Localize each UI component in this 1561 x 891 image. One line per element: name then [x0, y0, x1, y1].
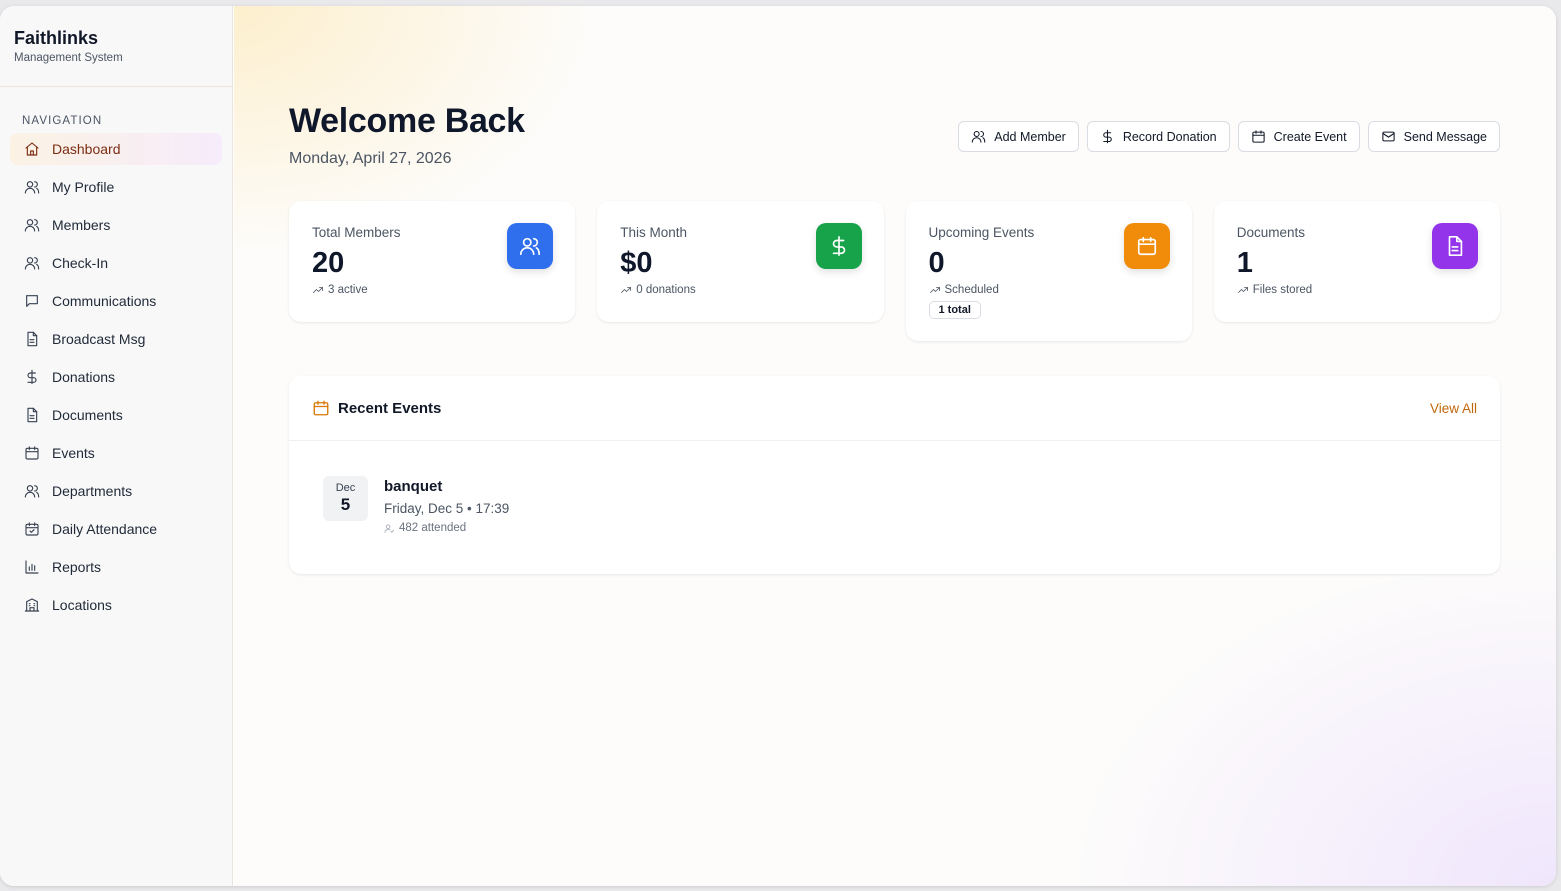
stat-card-documents: Documents 1 Files stored: [1213, 201, 1500, 322]
users-icon: [507, 223, 554, 269]
button-label: Add Member: [994, 129, 1066, 144]
building-icon: [24, 597, 40, 613]
app-name: Faithlinks: [14, 28, 99, 48]
document-icon: [1432, 223, 1478, 269]
trend-up-icon: [929, 287, 940, 293]
sidebar-item-label: Events: [52, 445, 95, 461]
stat-sub-text: 0 donations: [636, 284, 696, 296]
sidebar-item-label: Departments: [52, 483, 133, 499]
button-label: Send Message: [1403, 129, 1487, 144]
event-datetime: Friday, Dec 5 • 17:39: [384, 501, 510, 516]
sidebar-item-daily-attendance[interactable]: Daily Attendance: [10, 513, 222, 545]
stat-sub-text: Scheduled: [944, 284, 999, 296]
event-attendance-text: 482 attended: [399, 522, 467, 534]
stat-sub-text: 3 active: [328, 284, 368, 296]
dollar-icon: [1103, 129, 1112, 144]
main-content: Welcome Back Monday, April 27, 2026 Add …: [234, 6, 1556, 886]
event-attendance: 482 attended: [384, 522, 509, 534]
create-event-button[interactable]: Create Event: [1237, 121, 1360, 152]
stat-sub: Files stored: [1237, 284, 1477, 296]
sidebar-item-dashboard[interactable]: Dashboard: [10, 133, 222, 165]
sidebar-item-departments[interactable]: Departments: [10, 475, 222, 507]
sidebar-item-communications[interactable]: Communications: [10, 285, 222, 317]
calendar-icon: [1123, 223, 1170, 269]
users-icon: [24, 255, 40, 271]
app-subtitle: Management System: [14, 52, 123, 64]
nav-list: Dashboard My Profile Members Check-In Co…: [0, 133, 232, 621]
dollar-icon: [815, 223, 862, 269]
users-icon: [24, 217, 40, 233]
page-date: Monday, April 27, 2026: [289, 150, 452, 167]
document-icon: [24, 407, 40, 423]
home-icon: [24, 141, 40, 157]
recent-events-title: Recent Events: [338, 399, 442, 417]
calendar-check-icon: [24, 521, 40, 537]
sidebar-item-label: Members: [52, 217, 111, 233]
stat-sub: Scheduled: [929, 284, 1169, 296]
button-label: Create Event: [1273, 129, 1347, 144]
list-item[interactable]: Dec 5 banquet Friday, Dec 5 • 17:39 482 …: [289, 441, 1500, 534]
sidebar-item-label: Locations: [52, 597, 112, 613]
sidebar-item-label: Broadcast Msg: [52, 331, 146, 347]
add-member-button[interactable]: Add Member: [958, 121, 1079, 152]
stat-sub: 3 active: [312, 284, 552, 296]
stats-row: Total Members 20 3 active This Month $0 …: [289, 201, 1500, 341]
trend-up-icon: [313, 287, 323, 293]
sidebar-item-label: Check-In: [52, 255, 109, 271]
sidebar-item-check-in[interactable]: Check-In: [10, 247, 222, 279]
sidebar-item-label: Reports: [52, 559, 102, 575]
event-day: 5: [340, 495, 351, 514]
mail-icon: [1381, 131, 1395, 142]
users-icon: [24, 483, 40, 499]
nav-heading: NAVIGATION: [22, 115, 103, 127]
user-plus-icon: [971, 130, 986, 143]
event-info: banquet Friday, Dec 5 • 17:39 482 attend…: [384, 476, 509, 534]
sidebar-item-label: Donations: [52, 369, 116, 385]
event-name: banquet: [384, 478, 443, 495]
sidebar-item-my-profile[interactable]: My Profile: [10, 171, 222, 203]
trend-up-icon: [621, 287, 632, 293]
sidebar-item-reports[interactable]: Reports: [10, 551, 222, 583]
document-icon: [24, 331, 40, 347]
record-donation-button[interactable]: Record Donation: [1086, 121, 1230, 152]
recent-events-panel: Recent Events View All Dec 5 banquet Fri…: [289, 376, 1500, 574]
sidebar-item-label: Dashboard: [52, 141, 121, 157]
stat-card-total-members: Total Members 20 3 active: [289, 201, 576, 322]
calendar-icon: [24, 445, 40, 461]
recent-events-header: Recent Events View All: [289, 376, 1500, 441]
total-badge: 1 total: [928, 301, 981, 319]
send-message-button[interactable]: Send Message: [1367, 121, 1500, 152]
brand: Faithlinks Management System: [0, 6, 232, 87]
stat-card-upcoming-events: Upcoming Events 0 Scheduled 1 total: [905, 201, 1192, 341]
trend-up-icon: [1237, 287, 1248, 293]
sidebar: Faithlinks Management System NAVIGATION …: [0, 6, 233, 886]
sidebar-item-events[interactable]: Events: [10, 437, 222, 469]
sidebar-item-donations[interactable]: Donations: [10, 361, 222, 393]
sidebar-item-locations[interactable]: Locations: [10, 589, 222, 621]
quick-actions: Add Member Record Donation Create Event …: [958, 121, 1500, 152]
calendar-icon: [313, 400, 329, 416]
event-date-chip: Dec 5: [323, 476, 368, 521]
calendar-icon: [1251, 130, 1265, 143]
page-title: Welcome Back: [289, 102, 525, 140]
user-check-icon: [384, 523, 395, 533]
dollar-icon: [24, 369, 40, 385]
event-month: Dec: [335, 482, 356, 494]
users-icon: [24, 179, 40, 195]
button-label: Record Donation: [1122, 129, 1217, 144]
sidebar-item-label: My Profile: [52, 179, 115, 195]
sidebar-item-label: Documents: [52, 407, 123, 423]
sidebar-item-members[interactable]: Members: [10, 209, 222, 241]
sidebar-item-broadcast-msg[interactable]: Broadcast Msg: [10, 323, 222, 355]
view-all-link[interactable]: View All: [1430, 401, 1477, 416]
app-window: Faithlinks Management System NAVIGATION …: [0, 6, 1556, 886]
bar-chart-icon: [24, 559, 40, 575]
stat-sub: 0 donations: [620, 284, 860, 296]
sidebar-item-label: Daily Attendance: [52, 521, 158, 537]
message-icon: [24, 293, 40, 309]
stat-sub-text: Files stored: [1252, 284, 1313, 296]
stat-card-this-month: This Month $0 0 donations: [597, 201, 884, 322]
sidebar-item-label: Communications: [52, 293, 157, 309]
sidebar-item-documents[interactable]: Documents: [10, 399, 222, 431]
